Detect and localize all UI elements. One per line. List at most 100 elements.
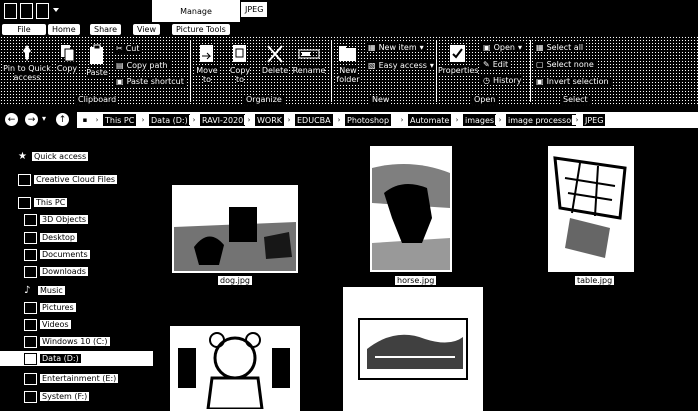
quick-access-folder-icon[interactable] [4,3,17,19]
file-name-dog[interactable]: dog.jpg [218,276,252,285]
nav-item-windows-c[interactable]: Windows 10 (C:) [24,335,110,348]
breadcrumb-chevron-icon[interactable]: › [334,115,344,125]
breadcrumb-images[interactable]: images [463,114,497,126]
paste-shortcut-button[interactable]: ▣ Paste shortcut [114,77,186,86]
rename-button[interactable]: Rename [292,44,326,75]
file-thumbnail-horse[interactable] [370,146,452,272]
invert-selection-button[interactable]: ▣ Invert selection [534,77,611,86]
select-none-label: Select none [546,60,594,69]
breadcrumb-chevron-icon[interactable]: › [244,115,254,125]
nav-item-3d-objects[interactable]: 3D Objects [24,213,89,226]
nav-item-entertainment-e[interactable]: Entertainment (E:) [24,372,119,385]
edit-label: Edit [492,60,509,69]
history-label: History [492,76,522,85]
ribbon-separator [530,40,531,102]
breadcrumb-chevron-icon[interactable]: › [189,115,199,125]
file-name-horse[interactable]: horse.jpg [395,276,437,285]
nav-item-documents[interactable]: Documents [24,248,90,261]
cube-icon [24,213,37,226]
nav-item-videos[interactable]: Videos [24,318,71,331]
copy-to-icon [233,45,246,62]
breadcrumb-chevron-icon[interactable]: › [495,115,505,125]
cut-button[interactable]: ✂ Cut [114,44,142,53]
copy-button[interactable]: Copy [55,44,79,73]
breadcrumb-this-pc[interactable]: This PC [103,114,137,126]
paste-button[interactable]: Paste [84,44,110,77]
back-arrow-icon[interactable]: ← [5,113,18,126]
breadcrumb-image-processor[interactable]: image processor [506,114,577,126]
copy-path-button[interactable]: ▤ Copy path [114,61,170,70]
table-image [550,148,632,270]
breadcrumb-ravi-2020[interactable]: RAVI-2020 [200,114,246,126]
nav-item-creative-cloud-files[interactable]: Creative Cloud Files [18,173,118,186]
file-name-table[interactable]: table.jpg [575,276,615,285]
nav-item-music[interactable]: ♪ Music [24,284,65,297]
nav-item-system-f[interactable]: System (F:) [24,390,90,403]
breadcrumb-chevron-icon[interactable]: › [284,115,294,125]
chevron-down-icon: ▾ [419,43,424,52]
copy-icon [61,45,75,62]
new-item-button[interactable]: ▦ New item ▾ [366,43,426,52]
cut-label: Cut [125,44,140,53]
tab-view[interactable]: View [133,24,160,35]
edit-button[interactable]: ✎ Edit [481,60,511,69]
forward-arrow-icon[interactable]: → [25,113,38,126]
copy-to-button[interactable]: Copy to [226,44,254,84]
file-thumbnail-teddy[interactable] [170,326,300,411]
tab-file[interactable]: File [2,24,46,35]
select-none-button[interactable]: ▢ Select none [534,60,596,69]
delete-button[interactable]: Delete [260,44,290,75]
copy-to-label: Copy to [229,66,251,84]
tab-picture-tools[interactable]: Picture Tools [172,24,230,35]
move-to-button[interactable]: Move to [195,44,219,84]
breadcrumb-chevron-icon[interactable]: › [92,115,102,125]
breadcrumb-chevron-icon[interactable]: › [452,115,462,125]
quick-access-new-folder-icon[interactable] [36,3,49,19]
up-arrow-icon[interactable]: ↑ [56,113,69,126]
nav-item-data-d[interactable]: Data (D:) [24,352,81,365]
nav-item-quick-access[interactable]: ★ Quick access [18,150,89,163]
window-title: JPEG [241,2,268,17]
nav-item-desktop[interactable]: Desktop [24,231,77,244]
history-icon: ◷ [483,76,490,85]
tab-home[interactable]: Home [48,24,80,35]
breadcrumb-work[interactable]: WORK [255,114,285,126]
nav-item-this-pc[interactable]: This PC [18,196,68,209]
new-folder-button[interactable]: New folder [334,44,362,84]
pin-label: Pin to Quick access [3,64,51,82]
quick-access-properties-icon[interactable] [20,3,33,19]
pin-to-quick-access-button[interactable]: Pin to Quick access [2,44,52,82]
breadcrumb-chevron-icon[interactable]: › [572,115,582,125]
history-button[interactable]: ◷ History [481,76,524,85]
breadcrumb-jpeg[interactable]: JPEG [583,114,606,126]
paste-shortcut-label: Paste shortcut [126,77,184,86]
breadcrumb-automate[interactable]: Automate [408,114,452,126]
invert-selection-label: Invert selection [546,77,609,86]
file-thumbnail-dog[interactable] [172,185,298,273]
file-thumbnail-shoe[interactable] [343,287,483,411]
breadcrumb-photoshop[interactable]: Photoshop [345,114,392,126]
nav-item-label: Quick access [32,152,89,161]
breadcrumb-chevron-icon[interactable]: › [138,115,148,125]
breadcrumb-chevron-icon[interactable]: › [397,115,407,125]
nav-item-label: Documents [40,250,90,259]
quick-access-dropdown-icon[interactable] [52,3,60,17]
group-label-open: Open [472,95,498,104]
recent-locations-chevron-icon[interactable]: ▾ [42,114,50,126]
nav-item-label: Music [38,286,65,295]
nav-item-pictures[interactable]: Pictures [24,301,76,314]
nav-item-downloads[interactable]: Downloads [24,265,88,278]
open-button[interactable]: ▣ Open ▾ [481,43,524,52]
easy-access-button[interactable]: ▧ Easy access ▾ [366,61,436,70]
easy-access-icon: ▧ [368,61,376,70]
properties-button[interactable]: Properties [438,44,479,75]
manage-contextual-tab[interactable]: Manage [152,0,240,22]
breadcrumb-educba[interactable]: EDUCBA [295,114,333,126]
select-all-button[interactable]: ▦ Select all [534,43,586,52]
tab-share[interactable]: Share [90,24,122,35]
file-thumbnail-table[interactable] [548,146,634,272]
nav-item-label: Desktop [40,233,77,242]
breadcrumb-data-d[interactable]: Data (D:) [149,114,190,126]
ribbon-separator [436,40,437,102]
new-item-label: New item [378,43,417,52]
